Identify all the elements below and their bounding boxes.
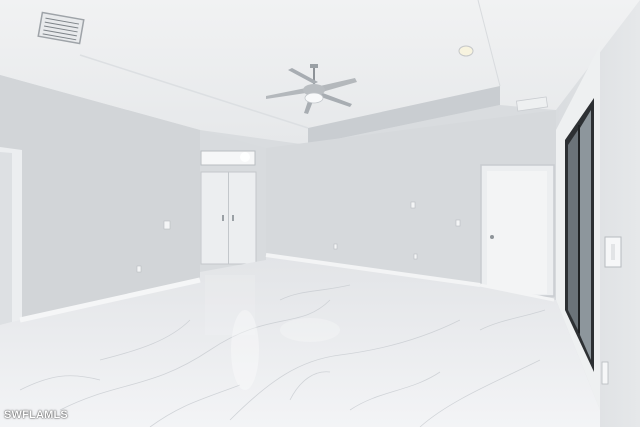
wall-outlet bbox=[601, 361, 609, 385]
light-switch bbox=[163, 220, 171, 230]
wall-outlet bbox=[455, 219, 461, 227]
door-handle bbox=[490, 235, 494, 239]
wall-outlet bbox=[410, 201, 416, 209]
wall-outlet bbox=[136, 265, 142, 273]
recessed-light bbox=[458, 45, 474, 57]
room-photo: SWFLAMLS bbox=[0, 0, 640, 427]
wall-outlet bbox=[413, 253, 418, 260]
room-illustration bbox=[0, 0, 640, 427]
watermark: SWFLAMLS bbox=[4, 409, 68, 421]
wall-outlet bbox=[333, 243, 338, 250]
